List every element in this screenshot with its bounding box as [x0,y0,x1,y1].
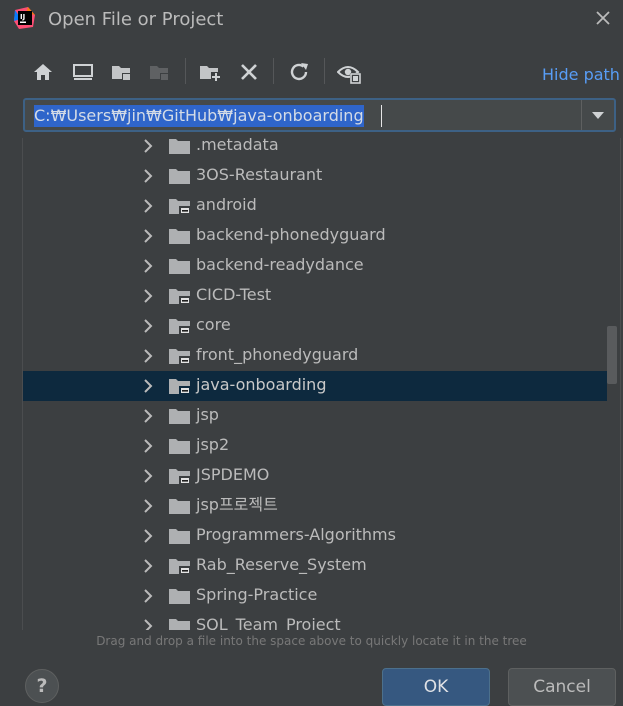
tree-row[interactable]: .metadata [23,138,607,161]
project-folder-icon [169,469,190,484]
project-folder-icon [169,319,190,334]
path-field[interactable]: C:₩Users₩jin₩GitHub₩java-onboarding [23,98,616,132]
scrollbar-thumb[interactable] [607,326,617,384]
expand-arrow-icon[interactable] [141,529,155,543]
expand-arrow-icon[interactable] [141,289,155,303]
tree-row[interactable]: Rab_Reserve_System [23,551,607,581]
tree-row-label: java-onboarding [196,375,327,394]
drag-drop-hint: Drag and drop a file into the space abov… [96,634,527,648]
tree-row-label: front_phonedyguard [196,345,359,364]
text-caret [381,105,382,127]
folder-icon [169,529,190,544]
expand-arrow-icon[interactable] [141,169,155,183]
project-folder-icon [169,379,190,394]
delete-icon[interactable] [237,60,261,84]
tree-row-label: backend-readydance [196,255,364,274]
module-folder-icon[interactable] [148,60,172,84]
expand-arrow-icon[interactable] [141,379,155,393]
tree-row[interactable]: CICD-Test [23,281,607,311]
folder-icon [169,139,190,154]
tree-row-label: jsp2 [196,435,230,454]
tree-row[interactable]: SQL_Team_Project [23,611,607,630]
folder-icon [169,619,190,630]
help-button[interactable]: ? [25,669,59,703]
tree-row-label: SQL_Team_Project [196,615,341,630]
tree-row[interactable]: Programmers-Algorithms [23,521,607,551]
new-folder-icon[interactable] [198,60,222,84]
desktop-icon[interactable] [71,60,95,84]
tree-row[interactable]: 3OS-Restaurant [23,161,607,191]
tree-row-label: Programmers-Algorithms [196,525,396,544]
folder-icon [169,229,190,244]
expand-arrow-icon[interactable] [141,199,155,213]
project-folder-icon[interactable] [110,60,134,84]
tree-row[interactable]: android [23,191,607,221]
expand-arrow-icon[interactable] [141,319,155,333]
tree-row[interactable]: jsp프로젝트 [23,491,607,521]
expand-arrow-icon[interactable] [141,469,155,483]
folder-icon [169,409,190,424]
tree-row-label: core [196,315,231,334]
folder-icon [169,439,190,454]
cancel-button[interactable]: Cancel [508,668,616,706]
tree-row-label: 3OS-Restaurant [196,165,323,184]
tree-row[interactable]: JSPDEMO [23,461,607,491]
project-folder-icon [169,289,190,304]
expand-arrow-icon[interactable] [141,259,155,273]
tree-row-label: jsp [196,405,219,424]
folder-icon [169,589,190,604]
tree-row[interactable]: Spring-Practice [23,581,607,611]
toolbar-separator [324,58,325,84]
tree-row[interactable]: core [23,311,607,341]
tree-row[interactable]: front_phonedyguard [23,341,607,371]
tree-row-label: CICD-Test [196,285,272,304]
expand-arrow-icon[interactable] [141,589,155,603]
title-bar: IJ Open File or Project [0,0,623,40]
project-folder-icon [169,199,190,214]
folder-icon [169,259,190,274]
toolbar: Hide path [0,56,623,90]
folder-icon [169,499,190,514]
chevron-down-icon [592,112,604,119]
tree-row-label: JSPDEMO [196,465,270,484]
hide-path-link[interactable]: Hide path [542,65,620,84]
tree-row-label: backend-phonedyguard [196,225,386,244]
tree-row[interactable]: backend-readydance [23,251,607,281]
intellij-logo-icon: IJ [14,7,35,29]
expand-arrow-icon[interactable] [141,619,155,630]
project-folder-icon [169,349,190,364]
expand-arrow-icon[interactable] [141,139,155,153]
tree-row-label: Spring-Practice [196,585,318,604]
ok-button[interactable]: OK [382,668,490,706]
expand-arrow-icon[interactable] [141,409,155,423]
refresh-icon[interactable] [287,60,311,84]
tree-row[interactable]: jsp2 [23,431,607,461]
show-hidden-icon[interactable] [337,60,361,84]
project-folder-icon [169,559,190,574]
tree-row[interactable]: java-onboarding [23,371,607,401]
expand-arrow-icon[interactable] [141,499,155,513]
folder-icon [169,169,190,184]
folder-tree[interactable]: .metadata 3OS-Restaurant android backend-ph… [22,138,621,630]
tree-row-label: .metadata [196,138,279,154]
path-history-dropdown[interactable] [581,100,614,130]
tree-row-label: Rab_Reserve_System [196,555,367,574]
tree-row-label: jsp프로젝트 [196,495,278,514]
toolbar-separator [185,58,186,84]
toolbar-separator [273,58,274,84]
expand-arrow-icon[interactable] [141,349,155,363]
expand-arrow-icon[interactable] [141,439,155,453]
tree-row[interactable]: jsp [23,401,607,431]
close-icon[interactable] [590,5,616,31]
expand-arrow-icon[interactable] [141,229,155,243]
svg-text:IJ: IJ [20,13,25,21]
home-icon[interactable] [31,60,55,84]
expand-arrow-icon[interactable] [141,559,155,573]
tree-row[interactable]: backend-phonedyguard [23,221,607,251]
path-input[interactable]: C:₩Users₩jin₩GitHub₩java-onboarding [34,105,364,127]
tree-row-label: android [196,195,257,214]
window-title: Open File or Project [48,9,224,30]
